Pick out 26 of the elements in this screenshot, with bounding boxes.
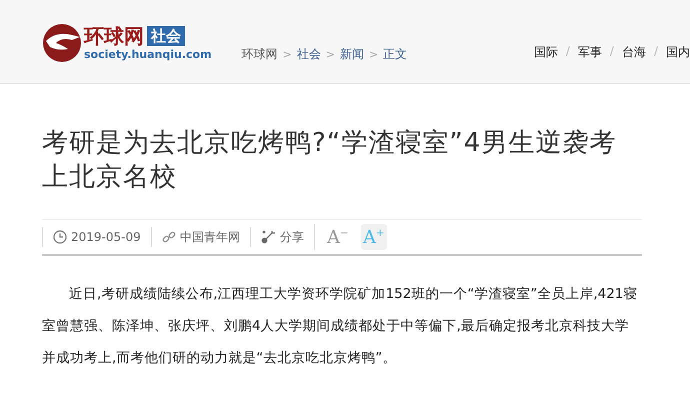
breadcrumb-separator: > — [326, 48, 336, 61]
nav-link[interactable]: 军事 — [578, 44, 602, 61]
nav-link[interactable]: 台海 — [622, 44, 646, 61]
breadcrumb-separator: > — [369, 48, 378, 61]
nav-separator: / — [566, 44, 570, 60]
nav-link[interactable]: 国内 — [666, 44, 690, 61]
breadcrumb-link[interactable]: 社会 — [296, 46, 321, 63]
breadcrumb-separator: > — [282, 48, 292, 61]
nav-separator: / — [610, 44, 614, 60]
share-button[interactable]: 分享 — [250, 227, 314, 247]
news-source: 中国青年网 — [180, 228, 240, 246]
brand-name: 环球网 — [84, 24, 144, 48]
link-icon — [162, 230, 176, 244]
publish-date: 2019-05-09 — [71, 230, 141, 244]
article-title: 考研是为去北京吃烤鸭?“学渣寝室”4男生逆袭考上北京名校 — [42, 127, 618, 194]
nav-link[interactable]: 国际 — [534, 44, 558, 61]
site-domain: society.huanqiu.com — [84, 48, 212, 62]
eagle-logo-icon — [42, 23, 82, 63]
article-paragraph: 近日,考研成绩陆续公布,江西理工大学资环学院矿加152班的一个“学渣寝室”全员上岸,421寝室曾慧强、陈泽坤、张庆坪、刘鹏4人大学期间成绩都处于中等偏下,最后确定报考北京科技大学并成功考上,而考他们研的动力就是“去北京吃北京烤鸭”。 — [42, 285, 638, 368]
channel-badge: 社会 — [147, 26, 185, 46]
nav-separator: / — [654, 44, 658, 60]
breadcrumb-link[interactable]: 新闻 — [340, 46, 364, 63]
share-icon — [260, 230, 276, 244]
clock-icon — [53, 230, 67, 244]
breadcrumb-link[interactable]: 正文 — [383, 46, 408, 63]
breadcrumb-link[interactable]: 环球网 — [242, 46, 278, 63]
